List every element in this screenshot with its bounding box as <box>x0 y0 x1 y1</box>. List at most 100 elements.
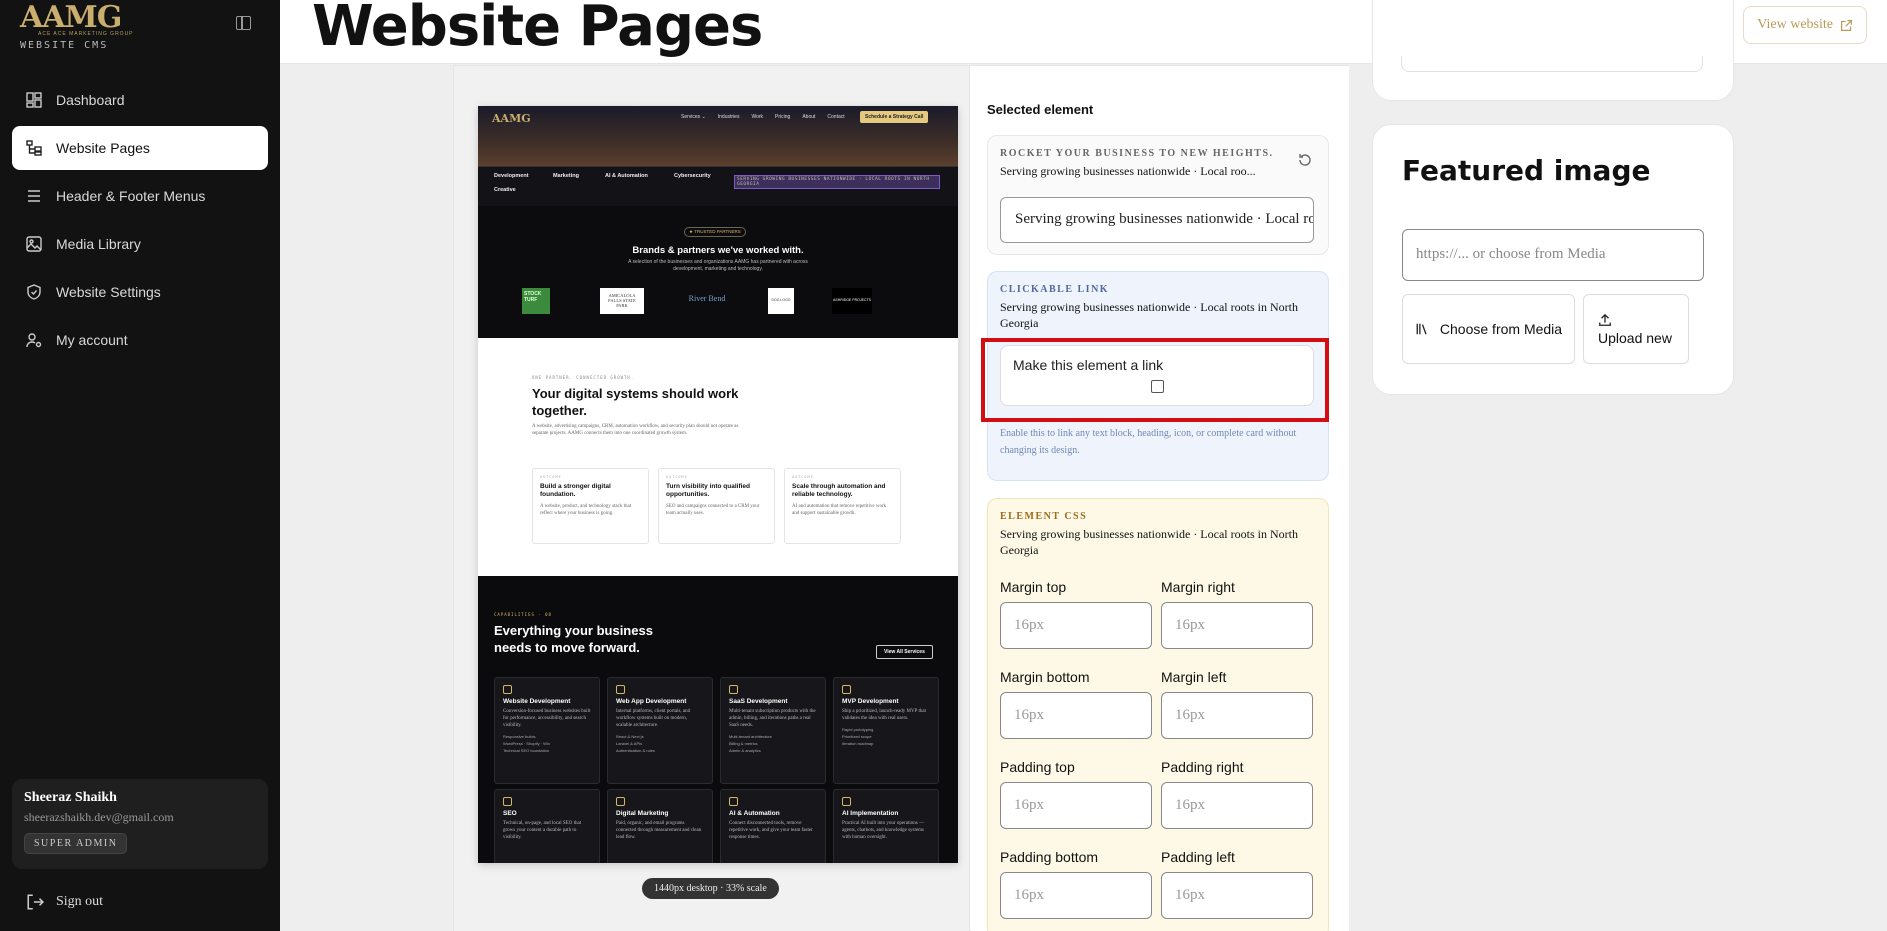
preview-nav-link[interactable]: Pricing <box>775 114 790 120</box>
content-box: ROCKET YOUR BUSINESS TO NEW HEIGHTS. Ser… <box>987 135 1329 255</box>
preview-partners-pill[interactable]: ★ TRUSTED PARTNERS <box>684 227 746 237</box>
preview-outcome-card[interactable]: OUTCOME Scale through automation and rel… <box>784 468 901 544</box>
upload-icon <box>1599 313 1611 326</box>
preview-nav[interactable]: AAMG Services ⌄ Industries Work Pricing … <box>478 106 958 166</box>
sign-out-button[interactable]: Sign out <box>26 893 103 911</box>
service-title: Web App Development <box>616 698 687 705</box>
view-website-button[interactable]: View website <box>1743 6 1867 44</box>
preview-category[interactable]: Development <box>494 173 529 179</box>
preview-service-card[interactable]: SEO Technical, on-page, and local SEO th… <box>494 789 600 863</box>
content-text-input[interactable]: Serving growing businesses nationwide · … <box>1000 197 1314 243</box>
preview-logo[interactable]: AAMG <box>492 112 531 125</box>
sidebar-item-media-library[interactable]: Media Library <box>12 222 268 266</box>
sidebar-item-label: Dashboard <box>56 92 125 108</box>
preview-partners-subtitle[interactable]: A selection of the businesses and organi… <box>618 259 818 273</box>
partner-logo[interactable]: STOCK TURF <box>522 288 550 314</box>
preview-category[interactable]: Cybersecurity <box>674 173 711 179</box>
partner-logo[interactable]: River Bend <box>682 288 732 314</box>
logo-tagline: ACE ACE MARKETING GROUP <box>38 31 134 37</box>
image-icon <box>26 236 42 252</box>
service-bullet: Rapid prototyping <box>842 727 874 732</box>
preview-service-card[interactable]: MVP Development Ship a prioritized, laun… <box>833 677 939 784</box>
margin-right-input[interactable]: 16px <box>1161 602 1313 649</box>
preview-nav-link[interactable]: Industries <box>718 114 740 120</box>
preview-section-title[interactable]: Your digital systems should work togethe… <box>532 385 772 419</box>
preview-frame[interactable]: AAMG Services ⌄ Industries Work Pricing … <box>478 106 958 863</box>
preview-service-card[interactable]: AI Implementation Practical AI built int… <box>833 789 939 863</box>
shield-icon <box>27 284 41 300</box>
rocket-icon <box>842 685 851 694</box>
preview-section-body[interactable]: A website, advertising campaigns, CRM, a… <box>532 423 742 437</box>
margin-top-label: Margin top <box>1000 579 1067 595</box>
service-title: AI Implementation <box>842 810 899 817</box>
padding-top-input[interactable]: 16px <box>1000 782 1152 829</box>
brand-logo[interactable]: AAMG ACE ACE MARKETING GROUP WEBSITE CMS <box>20 2 134 52</box>
make-link-checkbox[interactable] <box>1151 380 1164 393</box>
preview-category[interactable]: Marketing <box>553 173 579 179</box>
choose-from-media-button[interactable]: Choose from Media <box>1402 294 1575 364</box>
sidebar-item-label: My account <box>56 332 128 348</box>
margin-top-input[interactable]: 16px <box>1000 602 1152 649</box>
padding-right-input[interactable]: 16px <box>1161 782 1313 829</box>
preview-service-card[interactable]: Digital Marketing Paid, organic, and ema… <box>607 789 713 863</box>
page-title: Website Pages <box>312 0 763 59</box>
preview-view-all-button[interactable]: View All Services <box>876 645 933 659</box>
preview-service-card[interactable]: SaaS Development Multi-tenant subscripti… <box>720 677 826 784</box>
preview-service-card[interactable]: AI & Automation Connect disconnected too… <box>720 789 826 863</box>
sidebar-item-website-settings[interactable]: Website Settings <box>12 270 268 314</box>
clickable-link-label: CLICKABLE LINK <box>1000 284 1110 295</box>
collapse-sidebar-icon[interactable] <box>236 16 251 30</box>
preview-capabilities-section[interactable]: CAPABILITIES · 08 Everything your busine… <box>478 576 958 863</box>
partner-logo[interactable]: DOG LOGO <box>768 288 794 314</box>
preview-nav-link[interactable]: Contact <box>827 114 844 120</box>
preview-outcome-card[interactable]: OUTCOME Build a stronger digital foundat… <box>532 468 649 544</box>
preview-capabilities-title[interactable]: Everything your business needs to move f… <box>494 622 694 656</box>
preview-nav-link[interactable]: Services ⌄ <box>681 114 706 120</box>
sidebar-nav: Dashboard Website Pages Header & Footer … <box>12 78 268 366</box>
service-bullet: Responsive builds <box>503 734 536 739</box>
partner-logo[interactable]: AMICALOLA FALLS STATE PARK <box>600 288 644 314</box>
padding-bottom-input[interactable]: 16px <box>1000 872 1152 919</box>
element-css-label: ELEMENT CSS <box>1000 511 1088 522</box>
upload-new-button[interactable]: Upload new <box>1583 294 1689 364</box>
preview-category[interactable]: Creative <box>494 187 516 193</box>
preview-nav-link[interactable]: Work <box>751 114 763 120</box>
featured-image-url-input[interactable]: https://... or choose from Media <box>1402 229 1704 281</box>
sidebar-item-dashboard[interactable]: Dashboard <box>12 78 268 122</box>
card-body: A website, product, and technology stack… <box>540 504 632 516</box>
service-title: MVP Development <box>842 698 899 705</box>
sign-out-label: Sign out <box>56 894 104 909</box>
gear-icon <box>729 797 738 806</box>
padding-left-input[interactable]: 16px <box>1161 872 1313 919</box>
card-body: SEO and campaigns connected to a CRM you… <box>666 504 760 516</box>
reset-icon[interactable] <box>1297 152 1313 168</box>
preview-service-card[interactable]: Web App Development Internal platforms, … <box>607 677 713 784</box>
previous-card-field[interactable] <box>1401 56 1703 72</box>
sidebar-item-header-footer-menus[interactable]: Header & Footer Menus <box>12 174 268 218</box>
preview-nav-link[interactable]: About <box>802 114 815 120</box>
make-link-toggle[interactable]: Make this element a link <box>1000 345 1314 406</box>
preview-category[interactable]: AI & Automation <box>605 173 648 179</box>
user-card: Sheeraz Shaikh sheerazshaikh.dev@gmail.c… <box>12 779 268 869</box>
preview-section-kicker[interactable]: ONE PARTNER. CONNECTED GROWTH. <box>532 375 634 380</box>
preview-partners-title[interactable]: Brands & partners we've worked with. <box>478 245 958 256</box>
external-link-icon <box>1841 19 1852 31</box>
partner-logo[interactable]: ASHRIDGE PROJECTS <box>832 288 872 314</box>
service-bullet: Iteration roadmap <box>842 741 874 746</box>
sidebar-item-my-account[interactable]: My account <box>12 318 268 362</box>
service-title: Digital Marketing <box>616 810 669 817</box>
preview-service-card[interactable]: Website Development Conversion-focused b… <box>494 677 600 784</box>
preview-capabilities-kicker[interactable]: CAPABILITIES · 08 <box>494 612 552 617</box>
service-body: Practical AI built into your operations … <box>842 821 924 840</box>
cloud-icon <box>729 685 738 694</box>
preview-hero[interactable]: AAMG Services ⌄ Industries Work Pricing … <box>478 106 958 338</box>
role-badge: SUPER ADMIN <box>24 833 128 854</box>
margin-bottom-input[interactable]: 16px <box>1000 692 1152 739</box>
sidebar-item-website-pages[interactable]: Website Pages <box>12 126 268 170</box>
preview-cta-button[interactable]: Schedule a Strategy Call <box>860 111 929 123</box>
service-title: Website Development <box>503 698 571 705</box>
preview-selected-marquee[interactable]: SERVING GROWING BUSINESSES NATIONWIDE · … <box>734 175 940 189</box>
margin-left-input[interactable]: 16px <box>1161 692 1313 739</box>
preview-outcome-card[interactable]: OUTCOME Turn visibility into qualified o… <box>658 468 775 544</box>
service-bullet: Prioritized scope <box>842 734 872 739</box>
